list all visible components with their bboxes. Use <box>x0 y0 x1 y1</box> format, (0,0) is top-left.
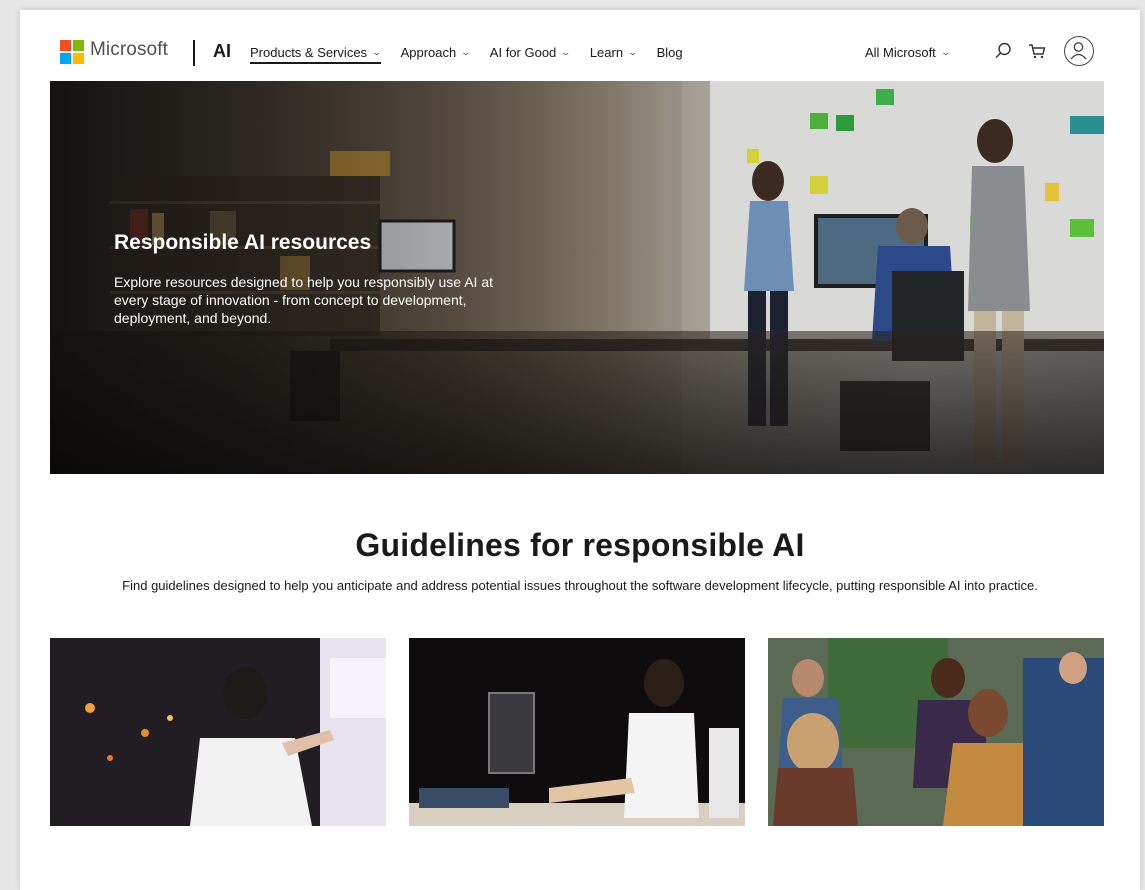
all-microsoft-label: All Microsoft <box>865 45 936 60</box>
chevron-down-icon: ⌄ <box>371 47 383 57</box>
logo-yellow-square <box>73 53 84 64</box>
nav-blog[interactable]: Blog <box>657 45 683 64</box>
logo-red-square <box>60 40 71 51</box>
nav-products-services[interactable]: Products & Services ⌄ <box>250 45 383 64</box>
main-nav: Products & Services ⌄ Approach ⌄ AI for … <box>250 45 703 64</box>
brand-divider <box>193 40 195 66</box>
cart-icon[interactable] <box>1026 40 1048 62</box>
all-microsoft-menu[interactable]: All Microsoft ⌄ <box>865 45 951 60</box>
nav-approach[interactable]: Approach ⌄ <box>400 45 472 64</box>
microsoft-logo-icon[interactable] <box>60 40 84 64</box>
nav-item-label: Blog <box>656 45 683 60</box>
card-image-touchscreen-user <box>50 638 386 826</box>
product-name[interactable]: AI <box>213 41 231 62</box>
card-image-workstation <box>409 638 745 826</box>
guidelines-description: Find guidelines designed to help you ant… <box>122 578 1038 593</box>
hero-banner: Responsible AI resources Explore resourc… <box>50 81 1104 474</box>
guideline-card-2[interactable] <box>409 638 745 826</box>
hero-title: Responsible AI resources <box>114 231 372 254</box>
chevron-down-icon: ⌄ <box>940 47 951 57</box>
card-image-group-meeting <box>768 638 1104 826</box>
chevron-down-icon: ⌄ <box>560 47 572 57</box>
hero-description: Explore resources designed to help you r… <box>114 274 494 326</box>
search-icon[interactable] <box>992 40 1014 62</box>
nav-item-label: Products & Services <box>250 45 368 60</box>
nav-item-label: Approach <box>400 45 457 60</box>
account-icon[interactable] <box>1064 36 1094 66</box>
site-header: Microsoft AI Products & Services ⌄ Appro… <box>20 10 1140 82</box>
nav-item-label: AI for Good <box>489 45 557 60</box>
chevron-down-icon: ⌄ <box>460 47 472 57</box>
logo-blue-square <box>60 53 71 64</box>
logo-green-square <box>73 40 84 51</box>
guideline-card-3[interactable] <box>768 638 1104 826</box>
guideline-card-1[interactable] <box>50 638 386 826</box>
guidelines-title: Guidelines for responsible AI <box>355 527 805 563</box>
nav-ai-for-good[interactable]: AI for Good ⌄ <box>489 45 572 64</box>
brand-name[interactable]: Microsoft <box>90 39 168 61</box>
nav-item-label: Learn <box>589 45 624 60</box>
nav-learn[interactable]: Learn ⌄ <box>589 45 639 64</box>
chevron-down-icon: ⌄ <box>627 47 639 57</box>
page: Microsoft AI Products & Services ⌄ Appro… <box>20 10 1140 890</box>
